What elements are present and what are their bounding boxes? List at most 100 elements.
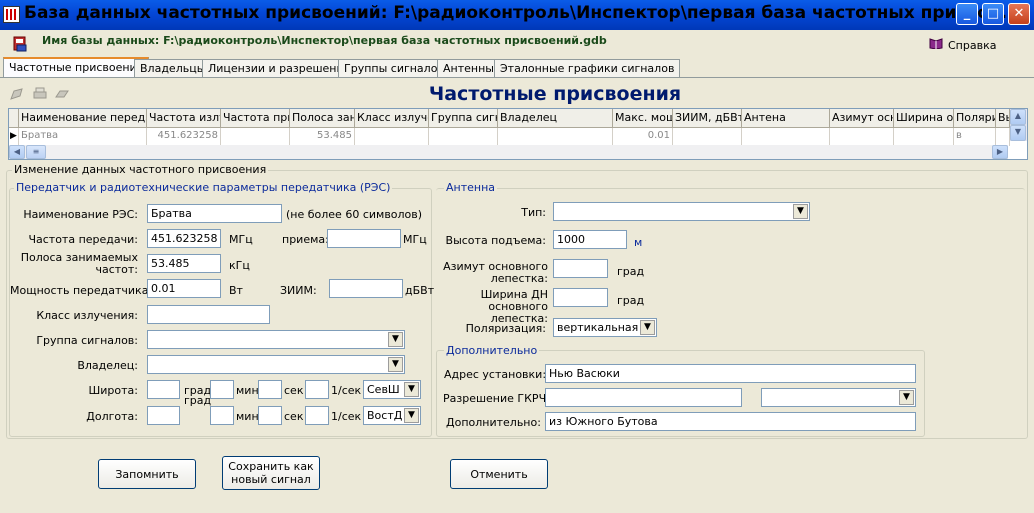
- emission-class-label: Класс излучения:: [36, 309, 138, 322]
- longitude-seconds-unit: сек: [284, 410, 304, 423]
- close-button[interactable]: ✕: [1008, 3, 1030, 25]
- scroll-up-icon[interactable]: ▲: [1010, 109, 1026, 125]
- antenna-height-input[interactable]: 1000: [553, 230, 627, 249]
- grid-header[interactable]: Вь: [996, 109, 1010, 128]
- grid-cell[interactable]: 451.623258: [147, 128, 221, 146]
- address-input[interactable]: Нью Васюки: [545, 364, 916, 383]
- azimuth-input[interactable]: [553, 259, 608, 278]
- permit-input[interactable]: [545, 388, 742, 407]
- chevron-down-icon[interactable]: ▼: [793, 204, 808, 219]
- extra-input[interactable]: из Южного Бутова: [545, 412, 916, 431]
- help-book-icon[interactable]: [929, 37, 943, 49]
- cancel-button[interactable]: Отменить: [450, 459, 548, 489]
- latitude-seconds-input[interactable]: [305, 380, 329, 399]
- scroll-right-icon[interactable]: ▶: [992, 145, 1008, 159]
- grid-cell[interactable]: [996, 128, 1010, 146]
- grid-header[interactable]: Ширина осн: [894, 109, 954, 128]
- grid-header[interactable]: Частота излу: [147, 109, 221, 128]
- grid-cell[interactable]: [830, 128, 894, 146]
- save-as-new-signal-button[interactable]: Сохранить как новый сигнал: [222, 456, 320, 490]
- longitude-direction-value: ВостД: [367, 409, 403, 422]
- latitude-degrees-input[interactable]: [147, 380, 180, 399]
- tab-signal-groups[interactable]: Группы сигналов: [338, 59, 450, 77]
- grid-cell[interactable]: [742, 128, 830, 146]
- grid-header[interactable]: Владелец: [498, 109, 613, 128]
- tab-owners[interactable]: Владельцы: [134, 59, 212, 77]
- tab-licenses[interactable]: Лицензии и разрешения: [202, 59, 357, 77]
- chevron-down-icon[interactable]: ▼: [899, 390, 914, 405]
- edit-group-title: Изменение данных частотного присвоения: [12, 163, 269, 176]
- row-indicator-icon: ▶: [9, 128, 19, 146]
- grid-cell[interactable]: [498, 128, 613, 146]
- grid-cell[interactable]: [355, 128, 429, 146]
- grid-cell[interactable]: 0.01: [613, 128, 673, 146]
- grid-title: Частотные присвоения: [428, 83, 682, 105]
- permit-select[interactable]: ▼: [761, 388, 916, 407]
- maximize-button[interactable]: □: [982, 3, 1004, 25]
- tab-antennas[interactable]: Антенны: [437, 59, 500, 77]
- grid-header[interactable]: Частота при: [221, 109, 290, 128]
- rx-freq-input[interactable]: [327, 229, 401, 248]
- longitude-direction-select[interactable]: ВостД ▼: [363, 406, 421, 425]
- grid-cell[interactable]: 53.485: [290, 128, 355, 146]
- tx-freq-input[interactable]: 451.623258: [147, 229, 221, 248]
- help-menu[interactable]: Справка: [948, 39, 996, 52]
- res-name-input[interactable]: Братва: [147, 204, 282, 223]
- scroll-thumb[interactable]: ≡: [26, 145, 46, 159]
- power-input[interactable]: 0.01: [147, 279, 221, 298]
- grid-header[interactable]: Класс излучен: [355, 109, 429, 128]
- latitude-per-sec-unit: 1/сек: [331, 384, 362, 397]
- bandwidth-input[interactable]: 53.485: [147, 254, 221, 273]
- scroll-left-icon[interactable]: ◀: [9, 145, 25, 159]
- signal-group-select[interactable]: ▼: [147, 330, 405, 349]
- additional-group-title: Дополнительно: [444, 344, 540, 357]
- grid-cell[interactable]: Братва: [19, 128, 147, 146]
- antenna-type-select[interactable]: ▼: [553, 202, 810, 221]
- latitude-minutes-unit: мин: [236, 384, 259, 397]
- polarization-value: вертикальная: [557, 321, 639, 334]
- grid-cell[interactable]: [673, 128, 742, 146]
- chevron-down-icon[interactable]: ▼: [388, 332, 403, 347]
- grid-header[interactable]: Полоса зан: [290, 109, 355, 128]
- bandwidth-unit: кГц: [229, 259, 250, 272]
- power-label: Мощность передатчика:: [10, 284, 153, 297]
- minimize-button[interactable]: _: [956, 3, 978, 25]
- grid-header[interactable]: Поляри: [954, 109, 996, 128]
- polarization-select[interactable]: вертикальная ▼: [553, 318, 657, 337]
- latitude-extra-input[interactable]: [210, 380, 234, 399]
- longitude-extra-input[interactable]: [210, 406, 234, 425]
- grid-header[interactable]: Группа сигна: [429, 109, 498, 128]
- longitude-minutes-input[interactable]: [258, 406, 282, 425]
- longitude-degrees-input[interactable]: [147, 406, 180, 425]
- grid-header[interactable]: ЗИИМ, дБВт: [673, 109, 742, 128]
- latitude-direction-select[interactable]: СевШ ▼: [363, 380, 421, 399]
- grid-horizontal-scrollbar[interactable]: ◀ ≡ ▶: [9, 145, 1008, 159]
- grid-cell[interactable]: [429, 128, 498, 146]
- chevron-down-icon[interactable]: ▼: [640, 320, 655, 335]
- database-name-label: Имя базы данных: F:\радиоконтроль\Инспек…: [42, 34, 607, 47]
- tab-reference-graphs[interactable]: Эталонные графики сигналов: [494, 59, 681, 77]
- grid-header[interactable]: Макс. мощ: [613, 109, 673, 128]
- emission-class-input[interactable]: [147, 305, 270, 324]
- chevron-down-icon[interactable]: ▼: [404, 382, 419, 397]
- grid-cell[interactable]: [221, 128, 290, 146]
- antenna-group-title: Антенна: [444, 181, 498, 194]
- scroll-down-icon[interactable]: ▼: [1010, 125, 1026, 141]
- latitude-minutes-input[interactable]: [258, 380, 282, 399]
- beamwidth-input[interactable]: [553, 288, 608, 307]
- remember-button[interactable]: Запомнить: [98, 459, 196, 489]
- grid-cell[interactable]: [894, 128, 954, 146]
- chevron-down-icon[interactable]: ▼: [404, 408, 419, 423]
- grid-header[interactable]: Азимут осно: [830, 109, 894, 128]
- save-as-new-line1: Сохранить как: [228, 460, 314, 473]
- grid-header[interactable]: Антена: [742, 109, 830, 128]
- grid-cell[interactable]: в: [954, 128, 996, 146]
- tab-frequency-assignments[interactable]: Частотные присвоения: [3, 57, 150, 78]
- eirp-input[interactable]: [329, 279, 403, 298]
- grid-header[interactable]: Наименование передат: [19, 109, 147, 128]
- chevron-down-icon[interactable]: ▼: [388, 357, 403, 372]
- longitude-seconds-input[interactable]: [305, 406, 329, 425]
- power-unit: Вт: [229, 284, 243, 297]
- grid-vertical-scrollbar[interactable]: ▲ ▼: [1010, 109, 1027, 141]
- owner-select[interactable]: ▼: [147, 355, 405, 374]
